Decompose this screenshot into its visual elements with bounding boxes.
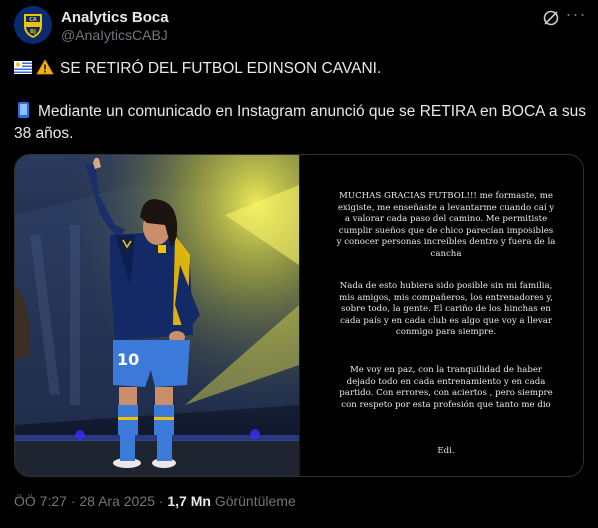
story-signature: Edi. (437, 446, 455, 456)
meta-separator: · (70, 493, 76, 509)
tweet-body-line-2: 38 años. (14, 125, 74, 142)
author-handle[interactable]: @AnaIyticsCABJ (61, 27, 168, 43)
tweet-meta: ÖÖ 7:27 · 28 Ara 2025 · 1,7 Mn Görüntüle… (14, 493, 296, 509)
more-options-icon[interactable]: ··· (566, 4, 586, 24)
cavani-photo[interactable]: 10 (15, 155, 299, 476)
tweet-media[interactable]: 10 MUCHAS GRACIAS FUTBOL!!! me formaste,… (14, 154, 584, 477)
author-name[interactable]: Analytics Boca (61, 9, 169, 26)
instagram-story-text-image[interactable]: MUCHAS GRACIAS FUTBOL!!! me formaste, me… (299, 155, 583, 476)
boca-crest-icon[interactable]: CA BJ (14, 6, 52, 44)
mobile-phone-icon (18, 102, 29, 118)
tweet-line-2: Mediante un comunicado en Instagram anun… (14, 101, 586, 122)
story-paragraph-3: Me voy en paz, con la tranquilidad de ha… (339, 365, 553, 410)
tweet-line-1: SE RETIRÓ DEL FUTBOL EDINSON CAVANI. (14, 58, 381, 79)
views-count: 1,7 Mn (167, 493, 211, 509)
tweet-header: CA BJ Analytics Boca @AnaIyticsCABJ ··· (14, 4, 586, 46)
svg-text:BJ: BJ (30, 29, 36, 35)
warning-icon (36, 59, 54, 75)
tweet-headline: SE RETIRÓ DEL FUTBOL EDINSON CAVANI. (60, 60, 382, 77)
uruguay-flag-icon (14, 59, 32, 74)
shirt-number: 10 (117, 350, 139, 369)
tweet-time[interactable]: ÖÖ 7:27 (14, 493, 67, 509)
tweet-body-line-1: Mediante un comunicado en Instagram anun… (38, 103, 586, 120)
views-label: Görüntüleme (214, 493, 296, 509)
story-paragraph-1: MUCHAS GRACIAS FUTBOL!!! me formaste, me… (336, 191, 556, 259)
tweet-date[interactable]: 28 Ara 2025 (79, 493, 155, 509)
story-paragraph-2: Nada de esto hubiera sido posible sin mi… (339, 281, 553, 338)
meta-separator: · (158, 493, 164, 509)
svg-text:CA: CA (29, 17, 37, 23)
grok-icon[interactable] (541, 8, 561, 28)
